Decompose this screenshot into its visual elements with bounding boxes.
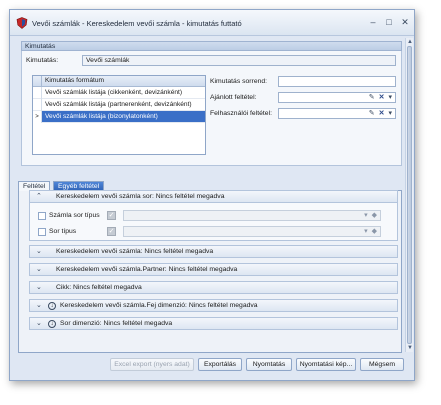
vertical-scrollbar[interactable]: ▲ ▼ <box>405 38 413 352</box>
report-format-list[interactable]: Kimutatás formátum Vevői számlák listája… <box>32 75 206 155</box>
row-condition-expander[interactable]: ⌃ Kereskedelem vevői számla sor: Nincs f… <box>29 190 398 203</box>
shield-icon <box>16 17 28 29</box>
list-item-label: Vevői számlák listája (cikkenként, deviz… <box>45 89 183 96</box>
kimutatas-name-field: Vevői számlák <box>82 55 396 66</box>
chevron-down-icon[interactable]: ▾ <box>364 212 368 219</box>
sor-tipus-label: Sor típus <box>49 228 77 235</box>
excel-export-button[interactable]: Excel export (nyers adat) <box>110 358 194 371</box>
list-item[interactable]: Vevői számlák listája (cikkenként, deviz… <box>33 87 205 99</box>
user-filter-combo[interactable]: ✎ ✕ ▾ <box>278 108 396 119</box>
print-button[interactable]: Nyomtatás <box>246 358 292 371</box>
check-icon[interactable]: ✓ <box>107 227 116 236</box>
title-bar[interactable]: Vevői számlák - Kereskedelem vevői száml… <box>10 10 414 36</box>
cancel-button[interactable]: Mégsem <box>360 358 404 371</box>
maximize-button[interactable]: □ <box>382 16 396 28</box>
row-condition-label: Kereskedelem vevői számla sor: Nincs fel… <box>56 193 225 200</box>
user-filter-label: Felhasználói feltétel: <box>210 110 272 117</box>
szamla-sor-tipus-checkbox[interactable] <box>38 212 46 220</box>
clear-icon[interactable]: ✕ <box>379 110 385 117</box>
section-label: Kereskedelem vevői számla: Nincs feltéte… <box>56 248 214 255</box>
report-format-list-header: Kimutatás formátum <box>33 76 205 87</box>
list-item-selected[interactable]: > Vevői számlák listája (bizonylatonként… <box>33 111 205 123</box>
chevron-down-icon[interactable]: ⌄ <box>36 282 42 294</box>
down-circle-icon: ↓ <box>48 302 56 310</box>
report-format-header-label: Kimutatás formátum <box>45 77 104 84</box>
chevron-down-icon[interactable]: ⌄ <box>36 300 42 312</box>
pencil-icon[interactable]: ✎ <box>369 110 375 117</box>
item-condition-expander[interactable]: ⌄ Cikk: Nincs feltétel megadva <box>29 281 398 294</box>
report-runner-window: Vevői számlák - Kereskedelem vevői száml… <box>9 9 415 381</box>
offered-filter-combo[interactable]: ✎ ✕ ▾ <box>278 92 396 103</box>
scroll-up-icon[interactable]: ▲ <box>406 38 414 46</box>
down-circle-icon: ↓ <box>48 320 56 328</box>
row-dimension-expander[interactable]: ⌄ ↓ Sor dimenzió: Nincs feltétel megadva <box>29 317 398 330</box>
list-item[interactable]: Vevői számlák listája (partnerenként, de… <box>33 99 205 111</box>
close-button[interactable]: ✕ <box>398 16 412 28</box>
eraser-icon[interactable]: ◆ <box>372 228 377 235</box>
print-preview-button[interactable]: Nyomtatási kép... <box>296 358 356 371</box>
scroll-down-icon[interactable]: ▼ <box>406 344 414 352</box>
eraser-icon[interactable]: ◆ <box>372 212 377 219</box>
header-dimension-expander[interactable]: ⌄ ↓ Kereskedelem vevői számla.Fej dimenz… <box>29 299 398 312</box>
minimize-button[interactable]: – <box>366 16 380 28</box>
szamla-sor-tipus-combo[interactable]: ▾ ◆ <box>123 210 381 221</box>
scroll-thumb[interactable] <box>407 46 412 344</box>
row-indicator-icon: > <box>33 111 42 123</box>
chevron-up-icon[interactable]: ⌃ <box>36 191 42 203</box>
sort-order-field[interactable] <box>278 76 396 87</box>
chevron-down-icon[interactable]: ⌄ <box>36 264 42 276</box>
window-title: Vevői számlák - Kereskedelem vevői száml… <box>32 19 242 28</box>
invoice-condition-expander[interactable]: ⌄ Kereskedelem vevői számla: Nincs felté… <box>29 245 398 258</box>
pencil-icon[interactable]: ✎ <box>369 94 375 101</box>
sor-tipus-checkbox[interactable] <box>38 228 46 236</box>
export-button[interactable]: Exportálás <box>198 358 242 371</box>
clear-icon[interactable]: ✕ <box>379 94 385 101</box>
offered-filter-label: Ajánlott feltétel: <box>210 94 257 101</box>
sort-order-label: Kimutatás sorrend: <box>210 78 268 85</box>
chevron-down-icon[interactable]: ▾ <box>388 94 392 101</box>
chevron-down-icon[interactable]: ⌄ <box>36 318 42 330</box>
partner-condition-expander[interactable]: ⌄ Kereskedelem vevői számla.Partner: Nin… <box>29 263 398 276</box>
section-label: Sor dimenzió: Nincs feltétel megadva <box>60 320 173 327</box>
chevron-down-icon[interactable]: ▾ <box>388 110 392 117</box>
check-icon[interactable]: ✓ <box>107 211 116 220</box>
section-label: Kereskedelem vevői számla.Fej dimenzió: … <box>60 302 258 309</box>
kimutatas-group-header: Kimutatás <box>21 41 402 51</box>
szamla-sor-tipus-label: Számla sor típus <box>49 212 100 219</box>
section-label: Cikk: Nincs feltétel megadva <box>56 284 142 291</box>
chevron-down-icon[interactable]: ▾ <box>364 228 368 235</box>
section-label: Kereskedelem vevői számla.Partner: Nincs… <box>56 266 238 273</box>
list-item-label: Vevői számlák listája (bizonylatonként) <box>45 113 158 120</box>
sor-tipus-combo[interactable]: ▾ ◆ <box>123 226 381 237</box>
chevron-down-icon[interactable]: ⌄ <box>36 246 42 258</box>
list-item-label: Vevői számlák listája (partnerenként, de… <box>45 101 192 108</box>
kimutatas-label: Kimutatás: <box>26 57 59 64</box>
